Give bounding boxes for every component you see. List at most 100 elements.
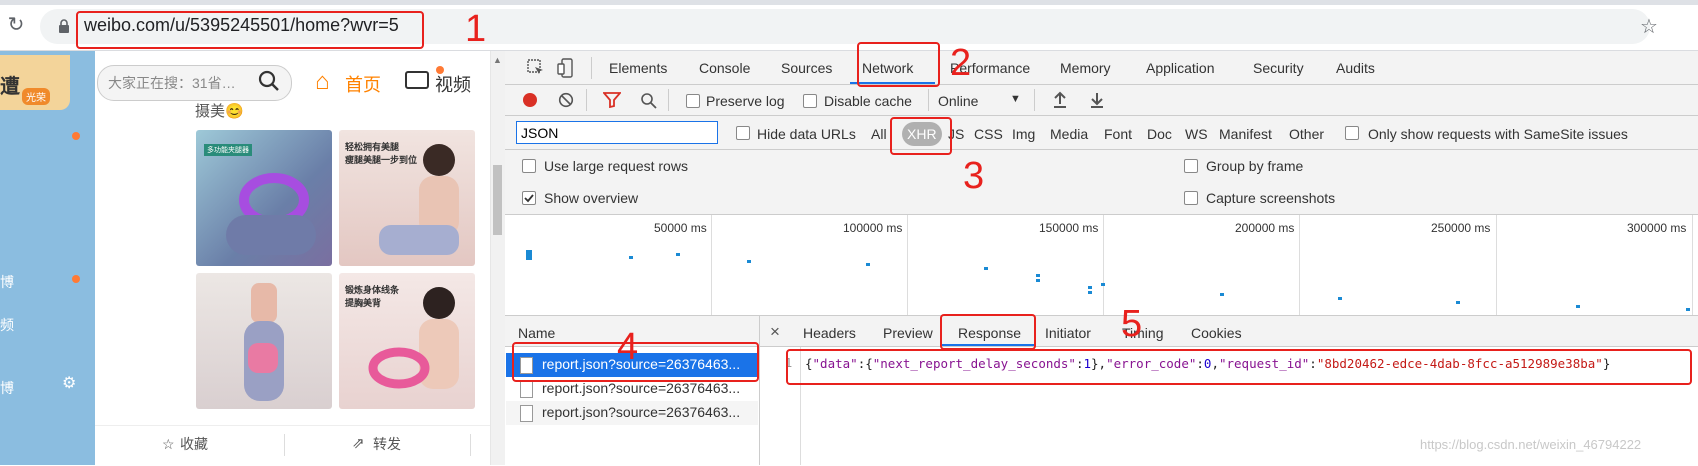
chevron-down-icon[interactable]: ▼	[1010, 93, 1021, 105]
file-icon	[520, 405, 533, 422]
close-icon[interactable]: ×	[770, 322, 780, 342]
page-scrollbar[interactable]	[490, 51, 506, 465]
throttling-select[interactable]: Online	[938, 93, 978, 109]
home-icon[interactable]: ⌂	[315, 68, 330, 96]
filter-input[interactable]	[516, 121, 718, 144]
filter-type-doc[interactable]: Doc	[1147, 126, 1172, 142]
star-icon[interactable]: ☆	[162, 436, 175, 453]
post-image-3[interactable]	[196, 273, 332, 409]
inspect-element-icon[interactable]	[527, 59, 545, 77]
import-har-icon[interactable]	[1053, 91, 1067, 109]
divider	[591, 57, 592, 79]
post-image-1[interactable]: 多功能夹腿器	[196, 130, 332, 266]
filter-type-ws[interactable]: WS	[1185, 126, 1208, 142]
nav-home-link[interactable]: 首页	[345, 71, 381, 97]
detail-tab-headers[interactable]: Headers	[803, 325, 856, 341]
show-overview-checkbox[interactable]	[522, 191, 536, 205]
lock-icon[interactable]	[58, 18, 70, 34]
group-by-frame-checkbox[interactable]	[1184, 159, 1198, 173]
post-image-4[interactable]: 锻炼身体线条 提胸美背	[339, 273, 475, 409]
nav-item-3[interactable]: 博	[0, 378, 14, 398]
annotation-box-response-tab	[940, 314, 1036, 350]
divider	[470, 434, 471, 456]
tick-label: 200000 ms	[1235, 221, 1295, 235]
filter-icon[interactable]	[603, 92, 621, 108]
preserve-log-label: Preserve log	[706, 93, 785, 109]
tab-sources[interactable]: Sources	[781, 60, 832, 76]
detail-tab-initiator[interactable]: Initiator	[1045, 325, 1091, 341]
search-icon[interactable]	[640, 92, 657, 109]
annotation-box-xhr	[890, 117, 952, 155]
nav-badge-dot	[72, 132, 80, 140]
nav-video-link[interactable]: 视频	[435, 71, 471, 97]
share-icon[interactable]: ⇗	[352, 434, 365, 452]
timeline-bar	[747, 260, 751, 263]
export-har-icon[interactable]	[1090, 91, 1104, 109]
post-action-bar	[95, 425, 490, 466]
filter-type-font[interactable]: Font	[1104, 126, 1132, 142]
tick-label: 300000 ms	[1627, 221, 1687, 235]
hide-data-urls-label: Hide data URLs	[757, 126, 856, 142]
capture-screenshots-label: Capture screenshots	[1206, 190, 1336, 206]
annotation-number: 5	[1121, 303, 1143, 345]
weibo-search-placeholder: 大家正在搜：31省…	[108, 75, 236, 91]
capture-screenshots-checkbox[interactable]	[1184, 191, 1198, 205]
tick-line	[1103, 215, 1104, 315]
preserve-log-checkbox[interactable]	[686, 94, 700, 108]
hide-data-urls-checkbox[interactable]	[736, 126, 750, 140]
tab-application[interactable]: Application	[1146, 60, 1215, 76]
tab-console[interactable]: Console	[699, 60, 750, 76]
samesite-checkbox[interactable]	[1345, 126, 1359, 140]
scroll-up-arrow-icon[interactable]: ▲	[493, 55, 502, 65]
bookmark-star-icon[interactable]: ☆	[1640, 14, 1658, 39]
weibo-logo-text: 遭	[0, 76, 20, 98]
notification-dot	[436, 66, 444, 74]
request-name: report.json?source=26376463...	[542, 404, 741, 420]
filter-type-other[interactable]: Other	[1289, 126, 1324, 142]
filter-type-css[interactable]: CSS	[974, 126, 1003, 142]
annotation-number: 4	[617, 326, 639, 368]
clear-icon[interactable]	[558, 92, 574, 108]
page-scrollbar-thumb[interactable]	[493, 165, 502, 235]
thumb-caption: 轻松拥有美腿 瘦腿美腿一步到位	[345, 142, 418, 165]
annotation-box-response-body	[786, 349, 1692, 385]
filter-type-img[interactable]: Img	[1012, 126, 1035, 142]
thumb-caption: 锻炼身体线条 提胸美背	[345, 285, 400, 308]
search-icon[interactable]	[258, 70, 280, 92]
nav-item-1[interactable]: 博	[0, 272, 14, 292]
large-rows-checkbox[interactable]	[522, 159, 536, 173]
detail-tab-preview[interactable]: Preview	[883, 325, 933, 341]
tick-label: 150000 ms	[1039, 221, 1099, 235]
divider	[1034, 89, 1035, 111]
disable-cache-checkbox[interactable]	[803, 94, 817, 108]
timeline-bar	[1088, 291, 1092, 294]
tick-line	[1692, 215, 1693, 315]
post-image-2[interactable]: 轻松拥有美腿 瘦腿美腿一步到位	[339, 130, 475, 266]
timeline-bar	[526, 250, 532, 260]
filter-type-manifest[interactable]: Manifest	[1219, 126, 1272, 142]
gear-icon[interactable]: ⚙	[62, 373, 76, 393]
nav-item-2[interactable]: 频	[0, 315, 14, 335]
annotation-box-url	[76, 11, 424, 49]
favorite-button[interactable]: 收藏	[180, 434, 208, 454]
record-button[interactable]	[523, 93, 537, 107]
name-column-header[interactable]: Name	[518, 325, 555, 341]
device-toolbar-icon[interactable]	[557, 58, 575, 78]
annotation-number: 1	[465, 8, 487, 50]
filter-type-media[interactable]: Media	[1050, 126, 1088, 142]
tick-line	[1299, 215, 1300, 315]
group-by-frame-label: Group by frame	[1206, 158, 1304, 174]
tab-memory[interactable]: Memory	[1060, 60, 1111, 76]
reload-icon[interactable]: ↻	[5, 14, 27, 36]
tab-elements[interactable]: Elements	[609, 60, 667, 76]
forward-button[interactable]: 转发	[373, 434, 401, 454]
video-icon[interactable]	[405, 71, 429, 89]
tab-audits[interactable]: Audits	[1336, 60, 1375, 76]
filter-type-all[interactable]: All	[871, 126, 887, 142]
detail-tab-cookies[interactable]: Cookies	[1191, 325, 1242, 341]
file-icon	[520, 381, 533, 398]
request-row[interactable]: report.json?source=26376463...	[506, 401, 758, 425]
tab-security[interactable]: Security	[1253, 60, 1304, 76]
weibo-left-nav	[0, 51, 95, 465]
divider	[586, 89, 587, 111]
